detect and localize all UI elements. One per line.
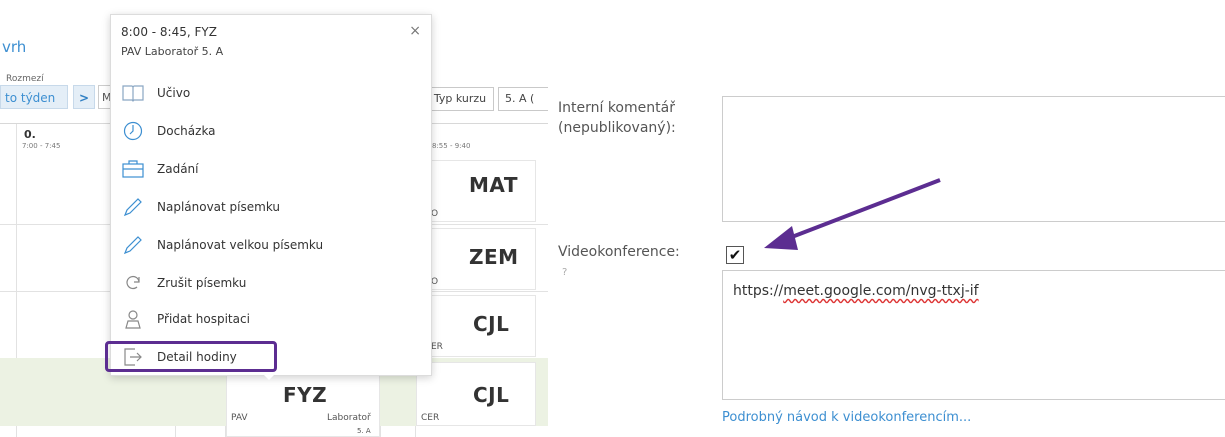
lesson-cell[interactable]: MAT O xyxy=(416,160,536,222)
course-type-button[interactable]: Typ kurzu xyxy=(426,87,494,111)
menu-item-pridat-hospitaci[interactable]: Přidat hospitaci xyxy=(121,305,421,333)
video-conference-guide-link[interactable]: Podrobný návod k videokonferencím... xyxy=(722,410,971,425)
menu-item-ucivo[interactable]: Učivo xyxy=(121,79,421,107)
period-number: 0. xyxy=(24,128,36,141)
lesson-teacher: ER xyxy=(431,342,443,352)
video-url-textarea[interactable]: https://meet.google.com/nvg-ttxj-if xyxy=(722,270,1225,400)
highlight-box xyxy=(105,341,277,372)
pencil-icon xyxy=(121,196,145,218)
lesson-subject: ZEM xyxy=(469,245,519,269)
lesson-class: 5. A xyxy=(357,427,371,435)
lesson-cell[interactable]: CJL ER xyxy=(416,295,536,357)
menu-item-label: Zadání xyxy=(157,162,199,176)
lesson-room: Laboratoř xyxy=(327,413,371,423)
period-time: 8:55 - 9:40 xyxy=(432,142,471,150)
menu-item-naplanovat-pisemku[interactable]: Naplánovat písemku xyxy=(121,193,421,221)
popup-pointer xyxy=(262,373,276,380)
video-conference-checkbox[interactable]: ✔ xyxy=(726,246,744,264)
period-time: 7:00 - 7:45 xyxy=(22,142,61,150)
clock-icon xyxy=(121,120,145,142)
refresh-icon xyxy=(121,272,145,294)
range-label: Rozmezí xyxy=(6,74,44,84)
menu-item-label: Učivo xyxy=(157,86,191,100)
lesson-subject: FYZ xyxy=(283,383,328,407)
menu-item-label: Zrušit písemku xyxy=(157,276,247,290)
pencil-icon xyxy=(121,234,145,256)
menu-item-naplanovat-velkou-pisemku[interactable]: Naplánovat velkou písemku xyxy=(121,231,421,259)
url-host: meet.google.com/nvg-ttxj-if xyxy=(783,283,979,299)
this-week-button[interactable]: to týden xyxy=(0,85,68,109)
lesson-teacher: O xyxy=(431,209,439,219)
popup-subtitle: PAV Laboratoř 5. A xyxy=(121,45,224,58)
lesson-subject: CJL xyxy=(473,383,510,407)
page-title-fragment: vrh xyxy=(2,38,27,56)
lesson-cell[interactable]: ZEM O xyxy=(416,228,536,290)
lesson-subject: MAT xyxy=(469,173,518,197)
briefcase-icon xyxy=(121,158,145,180)
close-icon[interactable]: × xyxy=(409,23,421,39)
class-select[interactable]: 5. A ( xyxy=(498,87,548,111)
lesson-cell[interactable]: CJL CER xyxy=(416,362,536,426)
timetable-panel: vrh Rozmezí to týden > M Typ kurzu 5. A … xyxy=(0,0,548,437)
menu-item-label: Přidat hospitaci xyxy=(157,312,250,326)
next-week-button[interactable]: > xyxy=(73,85,95,109)
video-url-text: https://meet.google.com/nvg-ttxj-if xyxy=(733,283,979,299)
menu-item-label: Docházka xyxy=(157,124,216,138)
person-icon xyxy=(121,308,145,330)
lesson-context-menu: 8:00 - 8:45, FYZ PAV Laboratoř 5. A × Uč… xyxy=(110,14,432,376)
menu-item-zadani[interactable]: Zadání xyxy=(121,155,421,183)
annotation-arrow xyxy=(764,178,941,250)
lesson-subject: CJL xyxy=(473,312,510,336)
popup-title: 8:00 - 8:45, FYZ xyxy=(121,25,217,39)
menu-item-label: Naplánovat písemku xyxy=(157,200,281,214)
internal-comment-label: Interní komentář (nepublikovaný): xyxy=(558,100,676,136)
book-icon xyxy=(121,82,145,104)
menu-item-label: Naplánovat velkou písemku xyxy=(157,238,324,252)
lesson-teacher: O xyxy=(431,277,439,287)
help-icon[interactable]: ? xyxy=(562,267,567,278)
url-scheme: https:// xyxy=(733,283,784,299)
lesson-detail-form: Interní komentář (nepublikovaný): Videok… xyxy=(548,0,1225,437)
video-conference-label: Videokonference: xyxy=(558,244,680,260)
menu-item-dochazka[interactable]: Docházka xyxy=(121,117,421,145)
lesson-teacher: PAV xyxy=(231,413,248,423)
menu-item-zrusit-pisemku[interactable]: Zrušit písemku xyxy=(121,269,421,297)
lesson-teacher: CER xyxy=(421,413,440,423)
